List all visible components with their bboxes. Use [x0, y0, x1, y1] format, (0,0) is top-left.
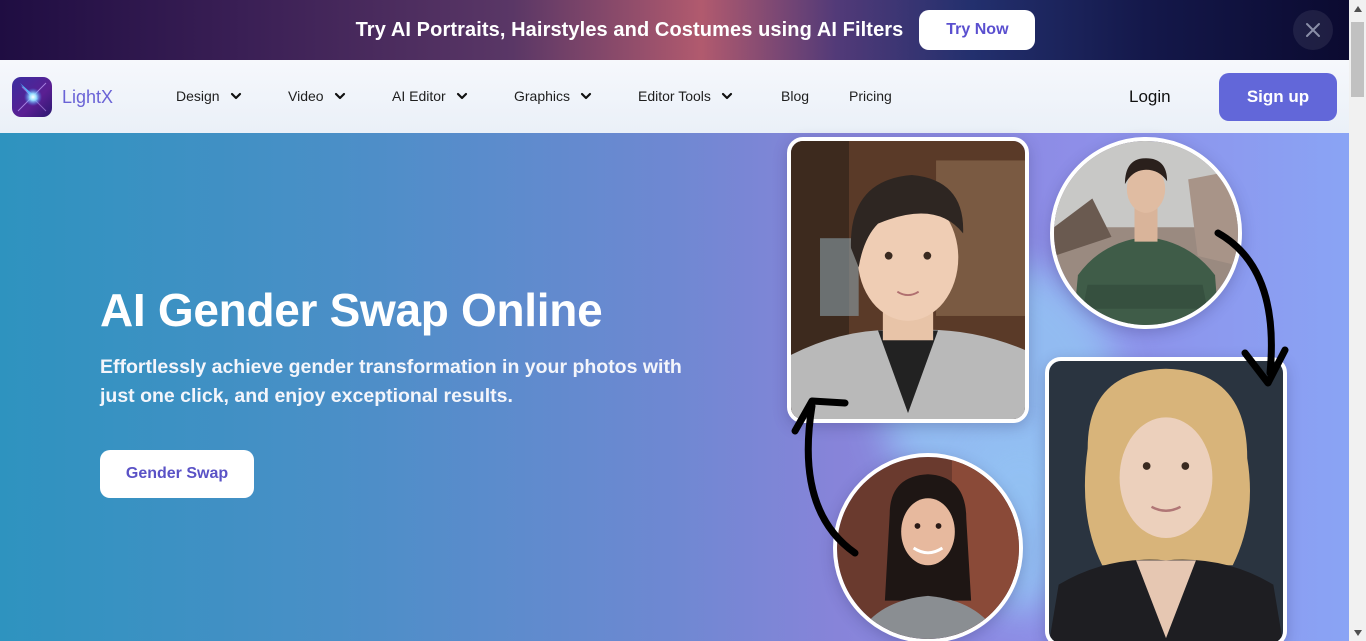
swapped-male-to-female-photo [1045, 357, 1287, 641]
chevron-down-icon [721, 92, 733, 100]
try-now-button[interactable]: Try Now [919, 10, 1036, 50]
swapped-female-to-male-photo [787, 137, 1029, 423]
promo-banner: Try AI Portraits, Hairstyles and Costume… [0, 0, 1349, 60]
scroll-down-button[interactable] [1349, 624, 1366, 641]
nav-item-pricing[interactable]: Pricing [849, 88, 892, 104]
scroll-up-button[interactable] [1349, 0, 1366, 17]
chevron-down-icon [230, 92, 241, 100]
navbar: LightX Design Video AI Editor Graphics E… [0, 60, 1349, 133]
login-link[interactable]: Login [1129, 87, 1171, 107]
hero-subtitle: Effortlessly achieve gender transformati… [100, 356, 682, 407]
gender-swap-button[interactable]: Gender Swap [100, 450, 254, 498]
close-banner-button[interactable] [1293, 10, 1333, 50]
brand-name[interactable]: LightX [62, 87, 113, 108]
vertical-scrollbar[interactable] [1349, 0, 1366, 641]
nav-item-label: AI Editor [392, 88, 446, 104]
hero-title: AI Gender Swap Online [100, 284, 603, 336]
close-icon [1306, 23, 1320, 37]
nav-item-label: Design [176, 88, 220, 104]
nav-item-label: Graphics [514, 88, 571, 104]
curved-arrow-icon [791, 397, 859, 557]
nav-item-video[interactable]: Video [288, 88, 346, 104]
lightx-logo-icon[interactable] [12, 77, 52, 117]
chevron-down-icon [334, 92, 345, 100]
hero-section: AI Gender Swap Online Effortlessly achie… [0, 133, 1349, 641]
scrollbar-thumb[interactable] [1351, 22, 1364, 97]
nav-item-graphics[interactable]: Graphics [514, 88, 592, 104]
nav-item-label: Video [288, 88, 324, 104]
nav-item-design[interactable]: Design [176, 88, 242, 104]
signup-button[interactable]: Sign up [1219, 73, 1337, 121]
nav-item-ai-editor[interactable]: AI Editor [392, 88, 468, 104]
nav-item-editor-tools[interactable]: Editor Tools [638, 88, 733, 104]
triangle-down-icon [1353, 629, 1362, 636]
nav-item-label: Editor Tools [638, 88, 711, 104]
nav-item-label: Pricing [849, 88, 892, 104]
nav-item-label: Blog [781, 88, 810, 104]
page: Try AI Portraits, Hairstyles and Costume… [0, 0, 1349, 641]
nav-item-blog[interactable]: Blog [781, 88, 809, 104]
curved-arrow-icon [1214, 229, 1289, 387]
triangle-up-icon [1353, 5, 1362, 12]
chevron-down-icon [456, 92, 467, 100]
chevron-down-icon [580, 92, 592, 100]
promo-text: Try AI Portraits, Hairstyles and Costume… [355, 18, 904, 41]
